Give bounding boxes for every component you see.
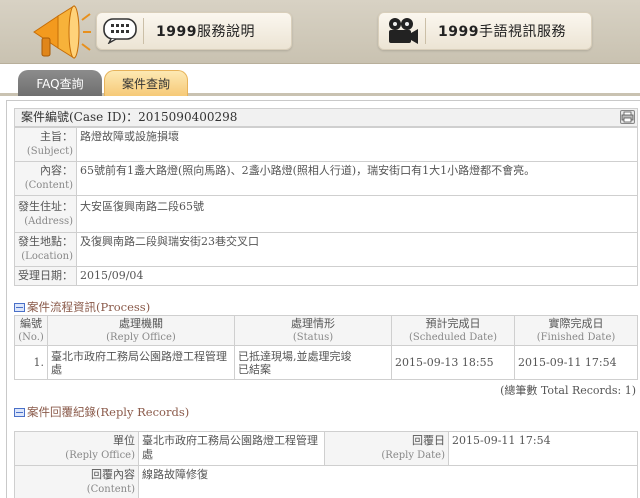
col-finished-date: 實際完成日 (Finished Date) — [514, 315, 638, 346]
location-label: 發生地點： (Location) — [14, 232, 77, 267]
reply-date-label: 回覆日 (Reply Date) — [324, 431, 449, 466]
reply-content-value: 線路故障修復 — [138, 465, 638, 498]
table-row: 1. 臺北市政府工務局公園路燈工程管理處 已抵達現場,並處理完竣 已結案 201… — [14, 345, 638, 380]
reply-date-value: 2015-09-11 17:54 — [448, 431, 638, 466]
subject-value: 路燈故障或設施損壞 — [76, 127, 638, 162]
tab-faq[interactable]: FAQ查詢 — [18, 70, 102, 96]
content-value: 65號前有1盞大路燈(照向馬路)、2盞小路燈(照相人行道)，瑞安街口有1大1小路… — [76, 161, 638, 196]
service-info-number: 1999 — [156, 24, 197, 40]
service-info-button[interactable]: 1999服務說明 — [96, 12, 292, 50]
sign-language-video-button[interactable]: 1999手語視訊服務 — [378, 12, 592, 50]
process-section-title[interactable]: 案件流程資訊(Process) — [14, 299, 150, 315]
sign-language-label: 手語視訊服務 — [478, 24, 566, 40]
address-row: 發生住址： (Address) 大安區復興南路二段65號 — [14, 195, 638, 233]
content-label: 內容： (Content) — [14, 161, 77, 196]
address-label: 發生住址： (Address) — [14, 195, 77, 233]
case-detail-table: 主旨： (Subject) 路燈故障或設施損壞 內容： (Content) 65號前… — [14, 127, 638, 286]
video-camera-icon — [389, 18, 418, 44]
collapse-icon[interactable] — [14, 302, 25, 312]
service-info-label: 服務說明 — [196, 24, 255, 40]
row-no: 1. — [14, 345, 48, 380]
col-status: 處理情形 (Status) — [234, 315, 392, 346]
process-table: 編號 (No.) 處理機關 (Reply Office) 處理情形 (Status) … — [14, 315, 638, 380]
tab-bar: FAQ查詢 案件查詢 — [0, 68, 640, 96]
col-scheduled-date: 預計完成日 (Scheduled Date) — [391, 315, 515, 346]
row-finished-date: 2015-09-11 17:54 — [514, 345, 638, 380]
accept-date-value: 2015/09/04 — [76, 266, 638, 286]
reply-content-label: 回覆內容 (Content) — [14, 465, 139, 498]
col-reply-office: 處理機關 (Reply Office) — [47, 315, 235, 346]
accept-date-label: 受理日期： — [14, 266, 77, 286]
location-value: 及復興南路二段與瑞安街23巷交叉口 — [76, 232, 638, 267]
subject-label: 主旨： (Subject) — [14, 127, 77, 162]
row-reply-office: 臺北市政府工務局公園路燈工程管理處 — [47, 345, 235, 380]
tab-case-search[interactable]: 案件查詢 — [104, 70, 188, 96]
row-status: 已抵達現場,並處理完竣 已結案 — [234, 345, 392, 380]
reply-office-row: 單位 (Reply Office) 臺北市政府工務局公園路燈工程管理處 回覆日 (R… — [14, 431, 638, 466]
reply-office-label: 單位 (Reply Office) — [14, 431, 139, 466]
reply-table: 單位 (Reply Office) 臺北市政府工務局公園路燈工程管理處 回覆日 (R… — [14, 431, 638, 498]
reply-office-value: 臺北市政府工務局公園路燈工程管理處 — [138, 431, 325, 466]
case-id-header: 案件編號(Case ID)：2015090400298 — [14, 108, 638, 127]
reply-section-title[interactable]: 案件回覆紀錄(Reply Records) — [14, 404, 189, 420]
col-no: 編號 (No.) — [14, 315, 48, 346]
total-records: (總筆數 Total Records: 1) — [500, 384, 636, 397]
accept-date-row: 受理日期： 2015/09/04 — [14, 266, 638, 286]
sign-language-number: 1999 — [438, 24, 479, 40]
print-icon[interactable] — [620, 110, 635, 124]
reply-content-row: 回覆內容 (Content) 線路故障修復 — [14, 465, 638, 498]
top-banner: 1999服務說明 1999手語視訊服務 — [0, 0, 640, 64]
content-row: 內容： (Content) 65號前有1盞大路燈(照向馬路)、2盞小路燈(照相人行… — [14, 161, 638, 196]
case-id: 案件編號(Case ID)：2015090400298 — [21, 110, 238, 124]
location-row: 發生地點： (Location) 及復興南路二段與瑞安街23巷交叉口 — [14, 232, 638, 267]
megaphone-icon — [33, 5, 91, 59]
row-scheduled-date: 2015-09-13 18:55 — [391, 345, 515, 380]
collapse-icon[interactable] — [14, 407, 25, 417]
subject-row: 主旨： (Subject) 路燈故障或設施損壞 — [14, 127, 638, 162]
address-value: 大安區復興南路二段65號 — [76, 195, 638, 233]
process-header-row: 編號 (No.) 處理機關 (Reply Office) 處理情形 (Status) … — [14, 315, 638, 346]
keypad-icon — [103, 18, 137, 44]
